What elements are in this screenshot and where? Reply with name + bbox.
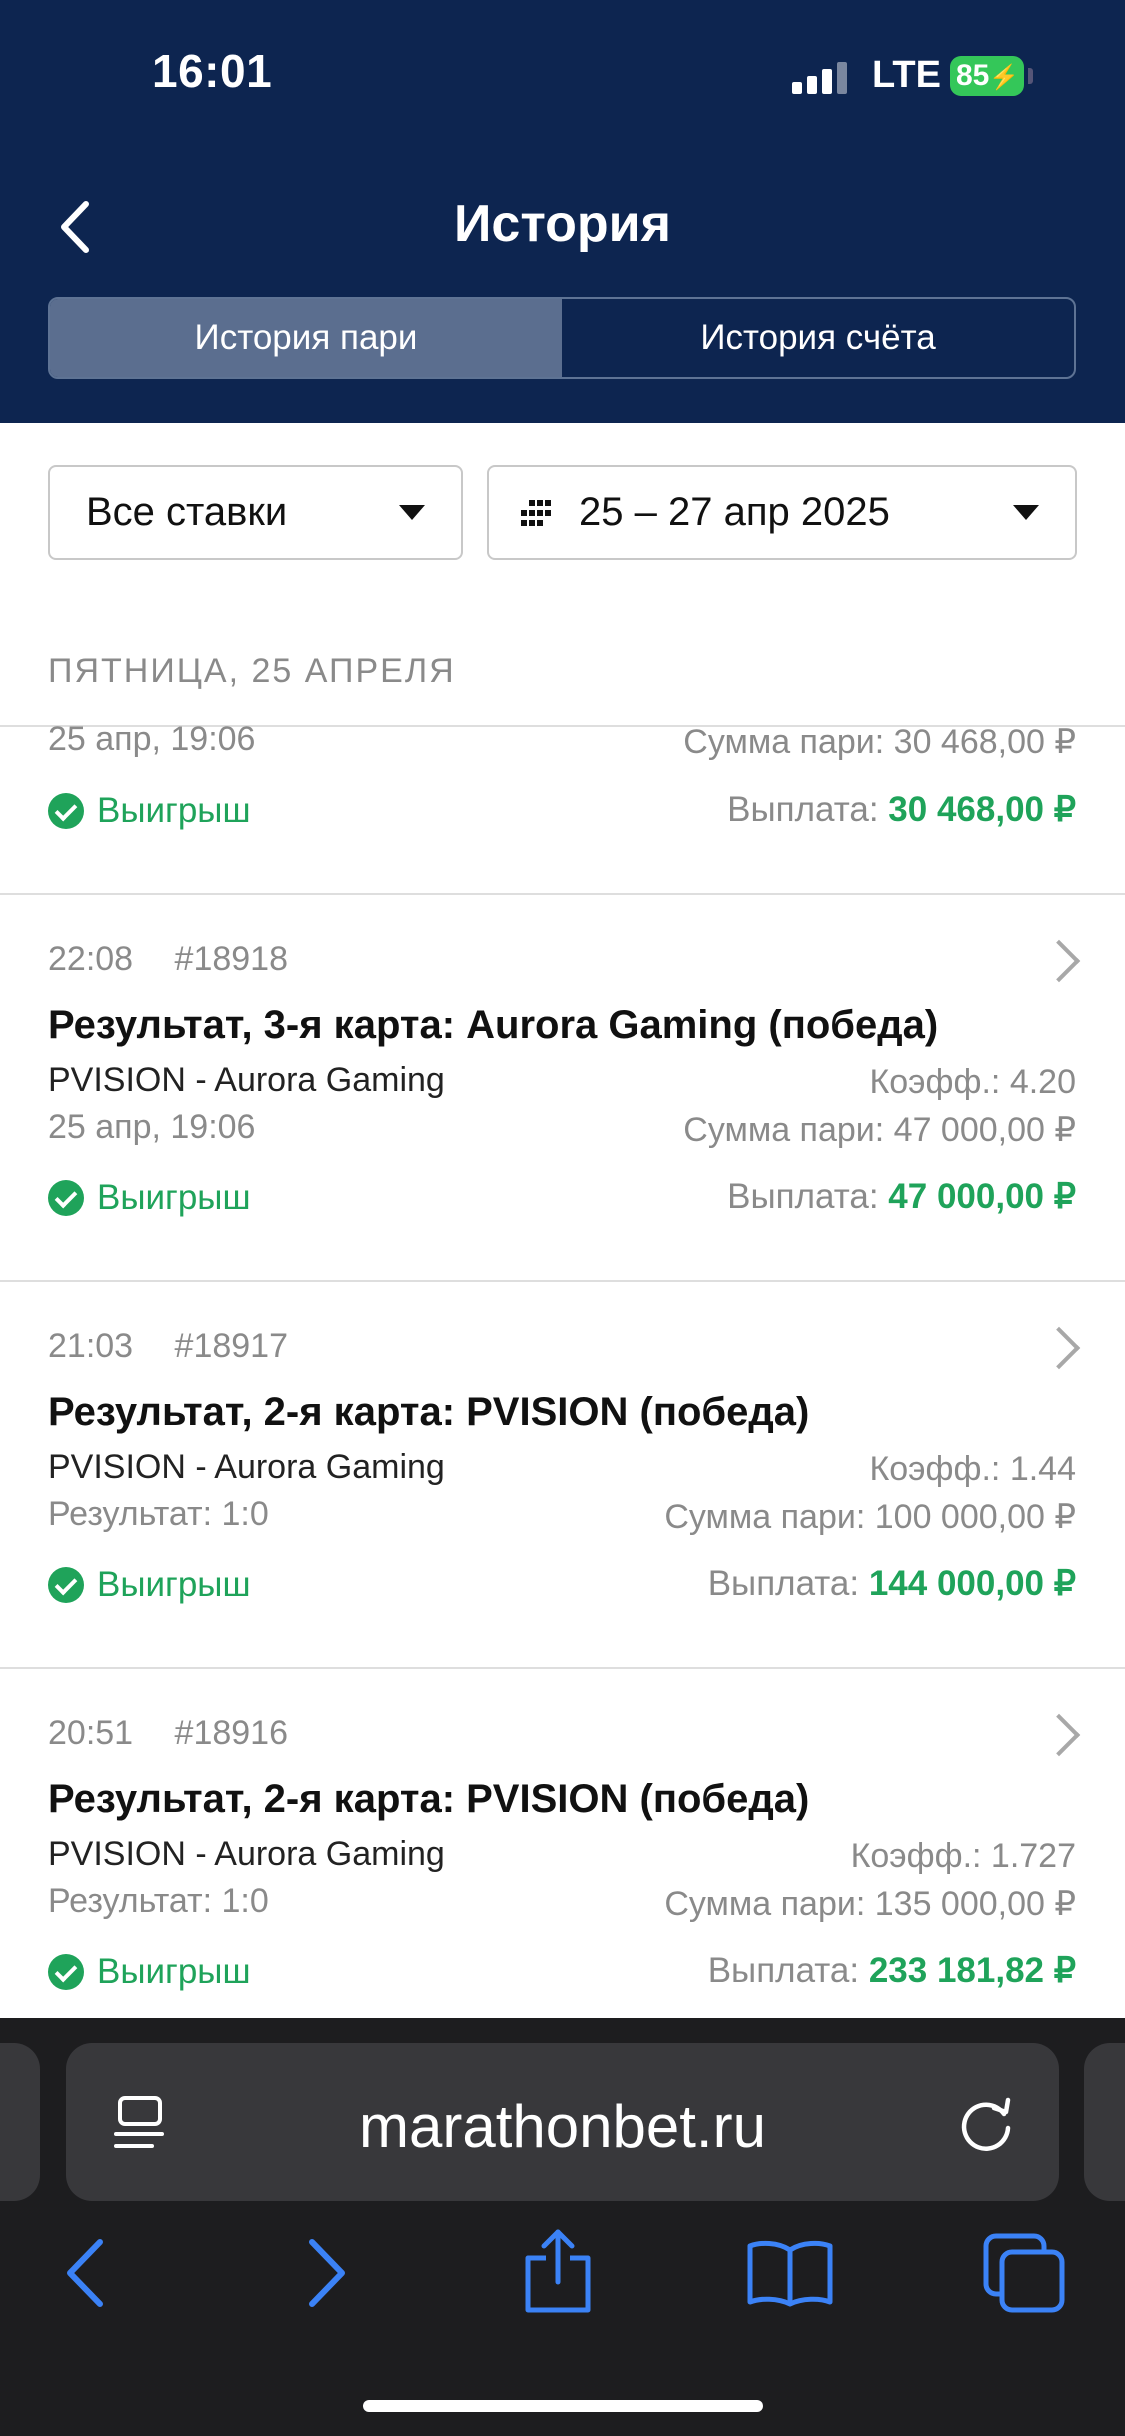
bet-status: Выигрыш: [97, 791, 251, 830]
bet-title: Результат, 2-я карта: PVISION (победа): [48, 1390, 810, 1434]
bet-time: 22:08: [48, 940, 134, 978]
chevron-right-icon: [1037, 1713, 1081, 1757]
bet-status: Выигрыш: [97, 1565, 251, 1604]
bet-status: Выигрыш: [97, 1178, 251, 1217]
bet-type-value: Все ставки: [86, 490, 288, 534]
share-icon[interactable]: [520, 2226, 596, 2316]
calendar-grid-icon: [521, 499, 551, 526]
payout-amount: 144 000,00 ₽: [868, 1564, 1076, 1603]
bet-coef: Коэфф.: 4.20: [869, 1063, 1076, 1101]
payout-label: Выплата:: [707, 1564, 860, 1603]
url-text[interactable]: marathonbet.ru: [0, 2092, 1125, 2161]
bet-stake: Сумма пари: 30 468,00 ₽: [683, 723, 1076, 761]
bet-event: PVISION - Aurora Gaming: [48, 1448, 445, 1486]
bet-time: 20:51: [48, 1714, 134, 1752]
day-section-header: ПЯТНИЦА, 25 АПРЕЛЯ: [48, 652, 456, 690]
network-label: LTE: [872, 54, 941, 96]
battery-level: 85: [956, 59, 990, 92]
reload-icon[interactable]: [958, 2092, 1018, 2154]
bet-title: Результат, 3-я карта: Aurora Gaming (поб…: [48, 1003, 939, 1047]
bet-result: Результат: 1:0: [48, 1495, 269, 1533]
payout-amount: 30 468,00 ₽: [888, 790, 1076, 829]
payout-label: Выплата:: [707, 1951, 860, 1990]
check-circle-icon: [48, 1954, 84, 1990]
bet-date: 25 апр, 19:06: [48, 1108, 256, 1146]
bet-id: #18916: [174, 1714, 289, 1752]
chevron-down-icon: [1013, 505, 1039, 520]
check-circle-icon: [48, 793, 84, 829]
bet-stake: Сумма пари: 135 000,00 ₽: [664, 1885, 1076, 1923]
card-divider: [0, 1667, 1125, 1669]
bet-event: PVISION - Aurora Gaming: [48, 1835, 445, 1873]
back-icon[interactable]: [60, 2236, 110, 2310]
history-tabs: История пари История счёта: [48, 297, 1076, 379]
bet-date: 25 апр, 19:06: [48, 720, 256, 758]
date-range-value: 25 – 27 апр 2025: [579, 490, 890, 534]
bet-stake: Сумма пари: 100 000,00 ₽: [664, 1498, 1076, 1536]
bet-type-filter[interactable]: Все ставки: [48, 465, 463, 560]
bet-coef: Коэфф.: 1.44: [869, 1450, 1076, 1488]
bet-time: 21:03: [48, 1327, 134, 1365]
card-divider: [0, 1280, 1125, 1282]
chevron-right-icon: [1037, 939, 1081, 983]
bet-status: Выигрыш: [97, 1952, 251, 1991]
payout-amount: 233 181,82 ₽: [868, 1951, 1076, 1990]
card-divider: [0, 893, 1125, 895]
chevron-right-icon: [1037, 1326, 1081, 1370]
page-title: История: [454, 195, 671, 253]
bet-result: Результат: 1:0: [48, 1882, 269, 1920]
app-header: 16:01 LTE 85⚡ История История пари Истор…: [0, 0, 1125, 423]
payout-label: Выплата:: [727, 790, 879, 829]
battery-tip: [1028, 68, 1033, 84]
bet-stake: Сумма пари: 47 000,00 ₽: [683, 1111, 1076, 1149]
bet-title: Результат, 2-я карта: PVISION (победа): [48, 1777, 810, 1821]
tab-account-history[interactable]: История счёта: [562, 299, 1074, 377]
home-indicator: [363, 2400, 763, 2412]
chevron-down-icon: [399, 505, 425, 520]
bet-coef: Коэфф.: 1.727: [850, 1837, 1076, 1875]
forward-icon[interactable]: [302, 2236, 352, 2310]
status-time: 16:01: [152, 45, 273, 97]
bet-event: PVISION - Aurora Gaming: [48, 1061, 445, 1099]
bet-id: #18918: [174, 940, 289, 978]
payout-label: Выплата:: [727, 1177, 879, 1216]
tab-bet-history[interactable]: История пари: [50, 299, 562, 377]
signal-icon: [792, 60, 852, 94]
bookmarks-icon[interactable]: [744, 2238, 836, 2308]
payout-amount: 47 000,00 ₽: [888, 1177, 1076, 1216]
battery-icon: 85⚡: [950, 56, 1024, 96]
check-circle-icon: [48, 1180, 84, 1216]
check-circle-icon: [48, 1567, 84, 1603]
bet-id: #18917: [174, 1327, 289, 1365]
date-range-filter[interactable]: 25 – 27 апр 2025: [487, 465, 1077, 560]
tabs-icon[interactable]: [980, 2230, 1068, 2316]
